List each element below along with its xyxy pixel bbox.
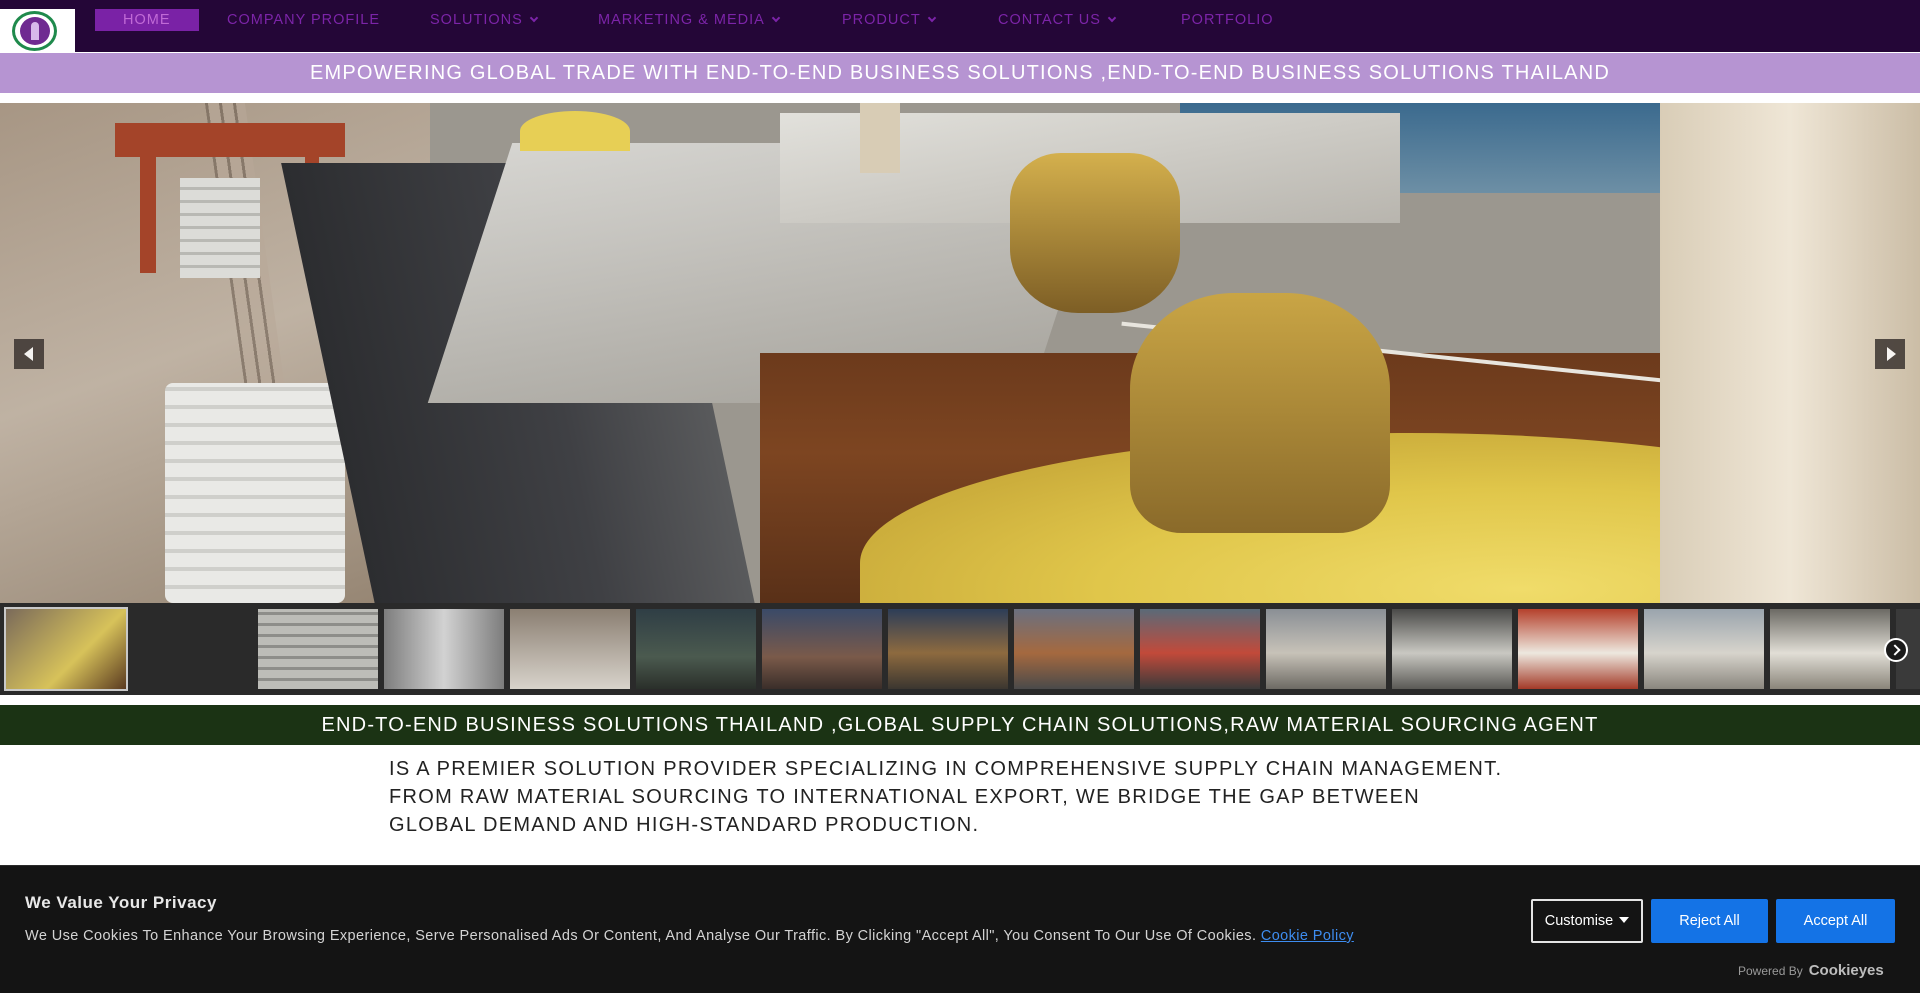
nav-marketing-media-label: MARKETING & MEDIA bbox=[598, 12, 765, 28]
powered-by-label: Powered By bbox=[1738, 964, 1803, 978]
nav-portfolio-label: PORTFOLIO bbox=[1181, 12, 1274, 28]
nav-contact-us-label: CONTACT US bbox=[998, 12, 1101, 28]
slider-next-icon bbox=[1887, 347, 1896, 361]
thumb-next-icon[interactable] bbox=[1884, 638, 1908, 662]
nav-solutions[interactable]: SOLUTIONS bbox=[430, 9, 539, 31]
slider-prev-icon bbox=[24, 347, 33, 361]
cookie-consent-bar: We Value Your Privacy We Use Cookies To … bbox=[0, 865, 1920, 993]
nav-solutions-label: SOLUTIONS bbox=[430, 12, 523, 28]
powered-by: Powered By Cookieyes bbox=[1738, 962, 1884, 979]
subheadline-banner: END-TO-END BUSINESS SOLUTIONS THAILAND ,… bbox=[0, 705, 1920, 745]
thumbnail[interactable] bbox=[4, 607, 128, 691]
customise-label: Customise bbox=[1544, 913, 1614, 929]
thumbnail[interactable] bbox=[888, 609, 1008, 689]
thumbnail[interactable] bbox=[1140, 609, 1260, 689]
cookie-message: We Use Cookies To Enhance Your Browsing … bbox=[25, 928, 1354, 944]
cookie-title: We Value Your Privacy bbox=[25, 893, 217, 912]
nav-home[interactable]: HOME bbox=[95, 9, 199, 31]
chevron-down-icon bbox=[529, 13, 539, 23]
hero-slider-image bbox=[0, 103, 1920, 603]
chevron-down-icon bbox=[771, 13, 781, 23]
nav-company-profile[interactable]: COMPANY PROFILE bbox=[227, 9, 380, 31]
headline-banner: EMPOWERING GLOBAL TRADE WITH END-TO-END … bbox=[0, 53, 1920, 93]
thumbnail[interactable] bbox=[258, 609, 378, 689]
navbar: HOME COMPANY PROFILE SOLUTIONS MARKETING… bbox=[0, 0, 1920, 53]
reject-all-button[interactable]: Reject All bbox=[1651, 899, 1768, 943]
cookie-policy-link[interactable]: Cookie Policy bbox=[1261, 928, 1354, 944]
slider-next-button[interactable] bbox=[1875, 339, 1905, 369]
thumbnail[interactable] bbox=[1644, 609, 1764, 689]
thumbnail[interactable] bbox=[762, 609, 882, 689]
chevron-down-icon bbox=[1107, 13, 1117, 23]
thumbnail-strip bbox=[0, 603, 1920, 695]
cookie-message-text: We Use Cookies To Enhance Your Browsing … bbox=[25, 928, 1257, 944]
thumbnail[interactable] bbox=[1518, 609, 1638, 689]
accept-all-button[interactable]: Accept All bbox=[1776, 899, 1895, 943]
nav-product[interactable]: PRODUCT bbox=[842, 9, 936, 31]
slider-prev-button[interactable] bbox=[14, 339, 44, 369]
thumbnail[interactable] bbox=[636, 609, 756, 689]
customise-button[interactable]: Customise bbox=[1531, 899, 1643, 943]
thumbnail[interactable] bbox=[1014, 609, 1134, 689]
nav-company-profile-label: COMPANY PROFILE bbox=[227, 12, 381, 28]
chevron-down-icon bbox=[927, 13, 936, 23]
cookieyes-logo[interactable]: Cookieyes bbox=[1809, 962, 1884, 979]
caret-down-icon bbox=[1619, 917, 1630, 923]
thumbnail[interactable] bbox=[1770, 609, 1890, 689]
main-nav: HOME COMPANY PROFILE SOLUTIONS MARKETING… bbox=[0, 0, 1920, 40]
nav-marketing-media[interactable]: MARKETING & MEDIA bbox=[598, 9, 781, 31]
nav-product-label: PRODUCT bbox=[842, 12, 921, 28]
nav-contact-us[interactable]: CONTACT US bbox=[998, 9, 1117, 31]
nav-home-label: HOME bbox=[123, 12, 171, 28]
thumbnail[interactable] bbox=[510, 609, 630, 689]
thumbnail[interactable] bbox=[132, 609, 252, 689]
thumbnail[interactable] bbox=[384, 609, 504, 689]
nav-portfolio[interactable]: PORTFOLIO bbox=[1181, 9, 1274, 31]
thumbnail[interactable] bbox=[1392, 609, 1512, 689]
intro-paragraph: IS A PREMIER SOLUTION PROVIDER SPECIALIZ… bbox=[389, 758, 1503, 836]
thumbnail[interactable] bbox=[1266, 609, 1386, 689]
